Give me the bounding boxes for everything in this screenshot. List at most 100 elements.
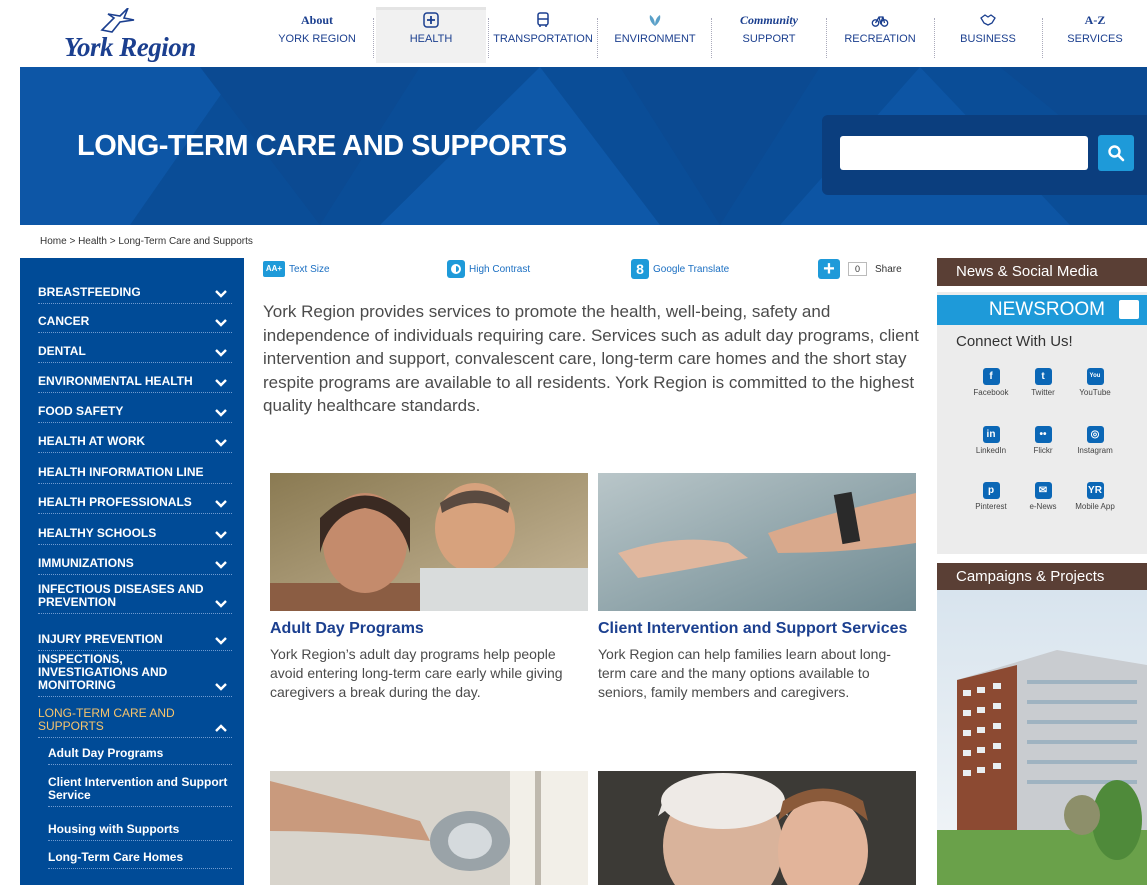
youtube-icon: You [1086, 368, 1104, 385]
chevron-down-icon[interactable] [215, 439, 227, 447]
chevron-down-icon[interactable] [215, 319, 227, 327]
social-label: Instagram [1077, 446, 1113, 455]
chevron-down-icon[interactable] [215, 600, 227, 608]
high-contrast-button[interactable]: High Contrast [447, 258, 530, 280]
sidebar-item[interactable]: HEALTH INFORMATION LINE [38, 457, 232, 484]
card-client-intervention[interactable]: Client Intervention and Support Services… [598, 473, 916, 702]
nav-recreation[interactable]: RECREATION [828, 10, 932, 62]
social-link[interactable]: t Twitter [1017, 368, 1069, 397]
text-size-label: Text Size [289, 263, 330, 275]
nav-transportation[interactable]: TRANSPORTATION [490, 10, 596, 62]
social-label: Mobile App [1075, 502, 1115, 511]
text-size-button[interactable]: AA+ Text Size [263, 258, 330, 280]
campaign-building-image[interactable] [937, 590, 1147, 885]
sidebar-item[interactable]: INFECTIOUS DISEASES AND PREVENTION [38, 577, 232, 614]
york-region-logo[interactable]: York Region [64, 8, 214, 64]
newsroom-button[interactable]: NEWSROOM [937, 295, 1147, 325]
search-input[interactable] [840, 136, 1088, 170]
nav-divider [826, 18, 827, 58]
social-link[interactable]: ✉ e-News [1017, 482, 1069, 511]
sidebar-item[interactable]: CANCER [38, 306, 232, 333]
social-link[interactable]: f Facebook [965, 368, 1017, 397]
instagram-icon: ◎ [1086, 426, 1104, 443]
nav-label-top: Community [739, 13, 798, 27]
chevron-down-icon[interactable] [215, 561, 227, 569]
card-adult-day-programs[interactable]: Adult Day Programs York Region’s adult d… [270, 473, 588, 702]
sidebar-item[interactable]: HEALTHY SCHOOLS [38, 518, 232, 545]
nav-community-support[interactable]: Community SUPPORT [714, 10, 824, 62]
sidebar-item[interactable]: BREASTFEEDING [38, 276, 232, 304]
share-button[interactable]: + 0 Share [818, 258, 902, 280]
sidebar-item[interactable]: INSPECTIONS, INVESTIGATIONS AND MONITORI… [38, 651, 232, 697]
chevron-down-icon[interactable] [215, 290, 227, 298]
chevron-down-icon[interactable] [215, 379, 227, 387]
nav-health[interactable]: HEALTH [376, 7, 486, 63]
sidebar-subitem-label: Long-Term Care Homes [48, 850, 184, 864]
social-label: Flickr [1033, 446, 1053, 455]
bicycle-icon [828, 10, 932, 30]
sidebar-subitem[interactable]: Long-Term Care Homes [48, 842, 232, 869]
nav-environment[interactable]: ENVIRONMENT [600, 10, 710, 62]
card-title[interactable]: Adult Day Programs [270, 618, 588, 639]
leaf-icon [600, 10, 710, 30]
nav-label-top: About [300, 13, 333, 27]
card-housing-with-supports[interactable] [270, 771, 588, 885]
card-title[interactable]: Client Intervention and Support Services [598, 618, 916, 639]
social-link[interactable]: in LinkedIn [965, 426, 1017, 455]
chevron-down-icon[interactable] [215, 349, 227, 357]
social-link[interactable]: •• Flickr [1017, 426, 1069, 455]
breadcrumb[interactable]: Home > Health > Long-Term Care and Suppo… [40, 236, 253, 247]
social-label: Twitter [1031, 388, 1055, 397]
campaigns-heading: Campaigns & Projects [937, 563, 1147, 591]
nav-label: RECREATION [844, 33, 916, 45]
seniors-photo [270, 473, 588, 611]
social-link[interactable]: p Pinterest [965, 482, 1017, 511]
search-icon [1108, 145, 1125, 162]
social-link[interactable]: You YouTube [1069, 368, 1121, 397]
sidebar-item-label: INFECTIOUS DISEASES AND PREVENTION [38, 582, 204, 609]
intro-paragraph: York Region provides services to promote… [263, 302, 919, 415]
sidebar-item[interactable]: LONG-TERM CARE AND SUPPORTS [38, 698, 232, 738]
sidebar-item[interactable]: HEALTH AT WORK [38, 426, 232, 453]
card-long-term-care-homes[interactable] [598, 771, 916, 885]
sidebar-item[interactable]: FOOD SAFETY [38, 396, 232, 423]
social-label: Facebook [973, 388, 1009, 397]
social-label: e-News [1029, 502, 1057, 511]
chevron-down-icon[interactable] [215, 409, 227, 417]
search-panel [822, 115, 1147, 195]
google-translate-button[interactable]: 8 Google Translate [631, 258, 729, 280]
health-icon [376, 10, 486, 30]
google-translate-label: Google Translate [653, 263, 730, 275]
high-contrast-label: High Contrast [469, 263, 531, 275]
sidebar-item-label: HEALTH AT WORK [38, 434, 146, 448]
chevron-down-icon[interactable] [215, 683, 227, 691]
card-description: York Region can help families learn abou… [598, 646, 891, 700]
nav-a-z-services[interactable]: A-Z SERVICES [1050, 10, 1140, 62]
sidebar-item[interactable]: HEALTH PROFESSIONALS [38, 487, 232, 514]
sidebar-item-label: HEALTH PROFESSIONALS [38, 495, 192, 509]
sidebar-item-label: FOOD SAFETY [38, 404, 124, 418]
social-link[interactable]: ◎ Instagram [1069, 426, 1121, 455]
sidebar-item[interactable]: INJURY PREVENTION [38, 624, 232, 651]
social-link[interactable]: YR Mobile App [1069, 482, 1121, 511]
helping-hands-photo [598, 473, 916, 611]
social-label: YouTube [1079, 388, 1111, 397]
chevron-down-icon[interactable] [215, 531, 227, 539]
sidebar-item[interactable]: ENVIRONMENTAL HEALTH [38, 366, 232, 393]
enews-icon: ✉ [1034, 482, 1052, 499]
sidebar-subitem[interactable]: Adult Day Programs [48, 738, 232, 765]
sidebar-item[interactable]: IMMUNIZATIONS [38, 548, 232, 575]
chevron-up-icon[interactable] [215, 724, 227, 732]
sidebar-subitem[interactable]: Housing with Supports [48, 814, 232, 841]
sidebar-subitem[interactable]: Client Intervention and Support Service [48, 765, 232, 807]
handshake-icon [936, 10, 1040, 30]
chevron-down-icon[interactable] [215, 637, 227, 645]
nav-business[interactable]: BUSINESS [936, 10, 1040, 62]
sidebar-item-label: HEALTH INFORMATION LINE [38, 465, 204, 479]
nav-label: YORK REGION [278, 33, 356, 45]
nav-about-york-region[interactable]: About YORK REGION [262, 10, 372, 62]
search-button[interactable] [1098, 135, 1134, 171]
nav-label: SERVICES [1067, 33, 1123, 45]
sidebar-item[interactable]: DENTAL [38, 336, 232, 363]
chevron-down-icon[interactable] [215, 500, 227, 508]
